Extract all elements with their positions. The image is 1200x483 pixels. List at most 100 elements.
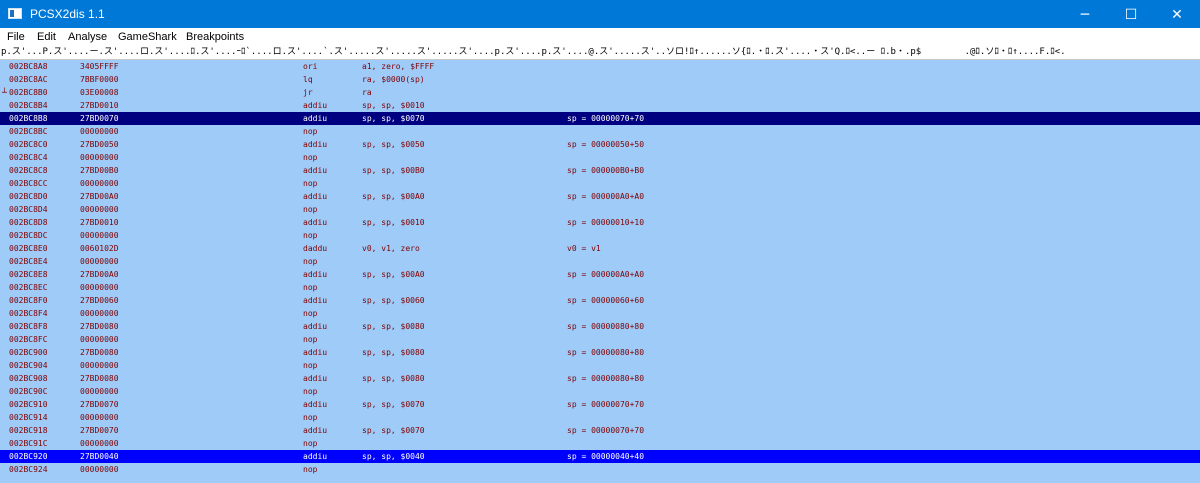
disassembly-row[interactable]: 002BC8A8 3405FFFF ori a1, zero, $FFFF: [0, 60, 1200, 73]
opcode-hex-cell: 00000000: [80, 205, 119, 214]
disassembly-row[interactable]: 002BC8CC 00000000 nop: [0, 177, 1200, 190]
mnemonic-cell: nop: [303, 127, 318, 136]
address-cell: 002BC8E0: [9, 244, 48, 253]
disassembly-row[interactable]: 002BC8C4 00000000 nop: [0, 151, 1200, 164]
disassembly-row[interactable]: 002BC8D0 27BD00A0 addiu sp, sp, $00A0 sp = 0…: [0, 190, 1200, 203]
opcode-hex-cell: 00000000: [80, 127, 119, 136]
address-cell: 002BC8C8: [9, 166, 48, 175]
opcode-hex-cell: 00000000: [80, 283, 119, 292]
opcode-hex-cell: 00000000: [80, 361, 119, 370]
address-cell: 002BC90C: [9, 387, 48, 396]
close-icon: ✕: [1171, 7, 1183, 23]
hex-dump-text: p.ス'...P.ス'....ー.ス'....ロ.ス'....ﾛ.ス'....ｰ…: [1, 47, 1066, 57]
address-cell: 002BC8EC: [9, 283, 48, 292]
opcode-hex-cell: 00000000: [80, 465, 119, 474]
mnemonic-cell: addiu: [303, 348, 328, 357]
mnemonic-cell: nop: [303, 283, 318, 292]
disassembly-row[interactable]: 002BC8D8 27BD0010 addiu sp, sp, $0010 sp = 0…: [0, 216, 1200, 229]
disassembly-row[interactable]: 002BC920 27BD0040 addiu sp, sp, $0040 sp = 0…: [0, 450, 1200, 463]
title-bar[interactable]: PCSX2dis 1.1 ─ ☐ ✕: [0, 0, 1200, 28]
disassembly-row[interactable]: 002BC8E8 27BD00A0 addiu sp, sp, $00A0 sp = 0…: [0, 268, 1200, 281]
address-cell: 002BC900: [9, 348, 48, 357]
disassembly-row[interactable]: 002BC91C 00000000 nop: [0, 437, 1200, 450]
disassembly-row[interactable]: 002BC8BC 00000000 nop: [0, 125, 1200, 138]
disassembly-row[interactable]: 002BC8F8 27BD0080 addiu sp, sp, $0080 sp = 0…: [0, 320, 1200, 333]
address-cell: 002BC908: [9, 374, 48, 383]
operands-cell: sp, sp, $0080: [362, 322, 425, 331]
disassembly-row[interactable]: 002BC8F4 00000000 nop: [0, 307, 1200, 320]
menu-file[interactable]: File: [7, 30, 25, 44]
mnemonic-cell: addiu: [303, 166, 328, 175]
mnemonic-cell: addiu: [303, 114, 328, 123]
operands-cell: a1, zero, $FFFF: [362, 62, 435, 71]
disassembly-row[interactable]: 002BC8D4 00000000 nop: [0, 203, 1200, 216]
address-cell: 002BC8E8: [9, 270, 48, 279]
operands-cell: sp, sp, $0010: [362, 101, 425, 110]
operands-cell: ra, $0000(sp): [362, 75, 425, 84]
opcode-hex-cell: 27BD0060: [80, 296, 119, 305]
address-cell: 002BC8C0: [9, 140, 48, 149]
opcode-hex-cell: 27BD00A0: [80, 192, 119, 201]
menu-analyse[interactable]: Analyse: [68, 30, 107, 44]
close-button[interactable]: ✕: [1154, 0, 1200, 28]
opcode-hex-cell: 27BD0040: [80, 452, 119, 461]
address-cell: 002BC8D4: [9, 205, 48, 214]
disassembly-row[interactable]: 002BC90C 00000000 nop: [0, 385, 1200, 398]
maximize-icon: ☐: [1124, 7, 1138, 23]
comment-cell: sp = 00000070+70: [567, 426, 645, 435]
menu-bar: File Edit Analyse GameShark Breakpoints: [0, 28, 1200, 46]
disassembly-row[interactable]: 002BC900 27BD0080 addiu sp, sp, $0080 sp = 0…: [0, 346, 1200, 359]
opcode-hex-cell: 3405FFFF: [80, 62, 119, 71]
disassembly-row[interactable]: 002BC8E4 00000000 nop: [0, 255, 1200, 268]
disassembly-row[interactable]: 002BC918 27BD0070 addiu sp, sp, $0070 sp = 0…: [0, 424, 1200, 437]
comment-cell: sp = 00000070+70: [567, 114, 645, 123]
address-cell: 002BC904: [9, 361, 48, 370]
opcode-hex-cell: 00000000: [80, 335, 119, 344]
menu-gameshark[interactable]: GameShark: [118, 30, 177, 44]
address-cell: 002BC914: [9, 413, 48, 422]
maximize-button[interactable]: ☐: [1108, 0, 1154, 28]
window-title: PCSX2dis 1.1: [30, 7, 105, 21]
disassembly-row[interactable]: 002BC904 00000000 nop: [0, 359, 1200, 372]
address-cell: 002BC8F4: [9, 309, 48, 318]
disassembly-row[interactable]: 002BC8EC 00000000 nop: [0, 281, 1200, 294]
disassembly-row[interactable]: 002BC8C8 27BD00B0 addiu sp, sp, $00B0 sp = 0…: [0, 164, 1200, 177]
opcode-hex-cell: 27BD0070: [80, 114, 119, 123]
disassembly-row[interactable]: 002BC8AC 7BBF0000 lq ra, $0000(sp): [0, 73, 1200, 86]
menu-breakpoints[interactable]: Breakpoints: [186, 30, 244, 44]
disassembly-row[interactable]: 002BC8E0 0060102D daddu v0, v1, zero v0 = v1: [0, 242, 1200, 255]
mnemonic-cell: addiu: [303, 218, 328, 227]
disassembly-row[interactable]: 002BC8B8 27BD0070 addiu sp, sp, $0070 sp = 0…: [0, 112, 1200, 125]
app-icon[interactable]: [8, 8, 22, 19]
menu-edit[interactable]: Edit: [37, 30, 56, 44]
disassembly-listing[interactable]: 002BC8A8 3405FFFF ori a1, zero, $FFFF 002BC8…: [0, 60, 1200, 483]
mnemonic-cell: addiu: [303, 296, 328, 305]
disassembly-row[interactable]: 002BC924 00000000 nop: [0, 463, 1200, 476]
opcode-hex-cell: 00000000: [80, 153, 119, 162]
operands-cell: sp, sp, $0080: [362, 374, 425, 383]
mnemonic-cell: addiu: [303, 400, 328, 409]
operands-cell: sp, sp, $00B0: [362, 166, 425, 175]
disassembly-row[interactable]: 002BC8F0 27BD0060 addiu sp, sp, $0060 sp = 0…: [0, 294, 1200, 307]
mnemonic-cell: nop: [303, 361, 318, 370]
disassembly-row[interactable]: 002BC8B4 27BD0010 addiu sp, sp, $0010: [0, 99, 1200, 112]
disassembly-row[interactable]: ┴ 002BC8B0 03E00008 jr ra: [0, 86, 1200, 99]
mnemonic-cell: daddu: [303, 244, 328, 253]
disassembly-row[interactable]: 002BC908 27BD0080 addiu sp, sp, $0080 sp = 0…: [0, 372, 1200, 385]
address-cell: 002BC8B0: [9, 88, 48, 97]
opcode-hex-cell: 03E00008: [80, 88, 119, 97]
hex-dump-strip[interactable]: p.ス'...P.ス'....ー.ス'....ロ.ス'....ﾛ.ス'....ｰ…: [0, 46, 1200, 60]
opcode-hex-cell: 27BD0010: [80, 218, 119, 227]
comment-cell: sp = 00000080+80: [567, 348, 645, 357]
disassembly-row[interactable]: 002BC8C0 27BD0050 addiu sp, sp, $0050 sp = 0…: [0, 138, 1200, 151]
mnemonic-cell: addiu: [303, 270, 328, 279]
disassembly-row[interactable]: 002BC8DC 00000000 nop: [0, 229, 1200, 242]
address-cell: 002BC8B8: [9, 114, 48, 123]
disassembly-row[interactable]: 002BC910 27BD0070 addiu sp, sp, $0070 sp = 0…: [0, 398, 1200, 411]
opcode-hex-cell: 27BD00B0: [80, 166, 119, 175]
disassembly-row[interactable]: 002BC914 00000000 nop: [0, 411, 1200, 424]
minimize-button[interactable]: ─: [1062, 0, 1108, 28]
disassembly-row[interactable]: 002BC8FC 00000000 nop: [0, 333, 1200, 346]
mnemonic-cell: nop: [303, 413, 318, 422]
mnemonic-cell: nop: [303, 465, 318, 474]
